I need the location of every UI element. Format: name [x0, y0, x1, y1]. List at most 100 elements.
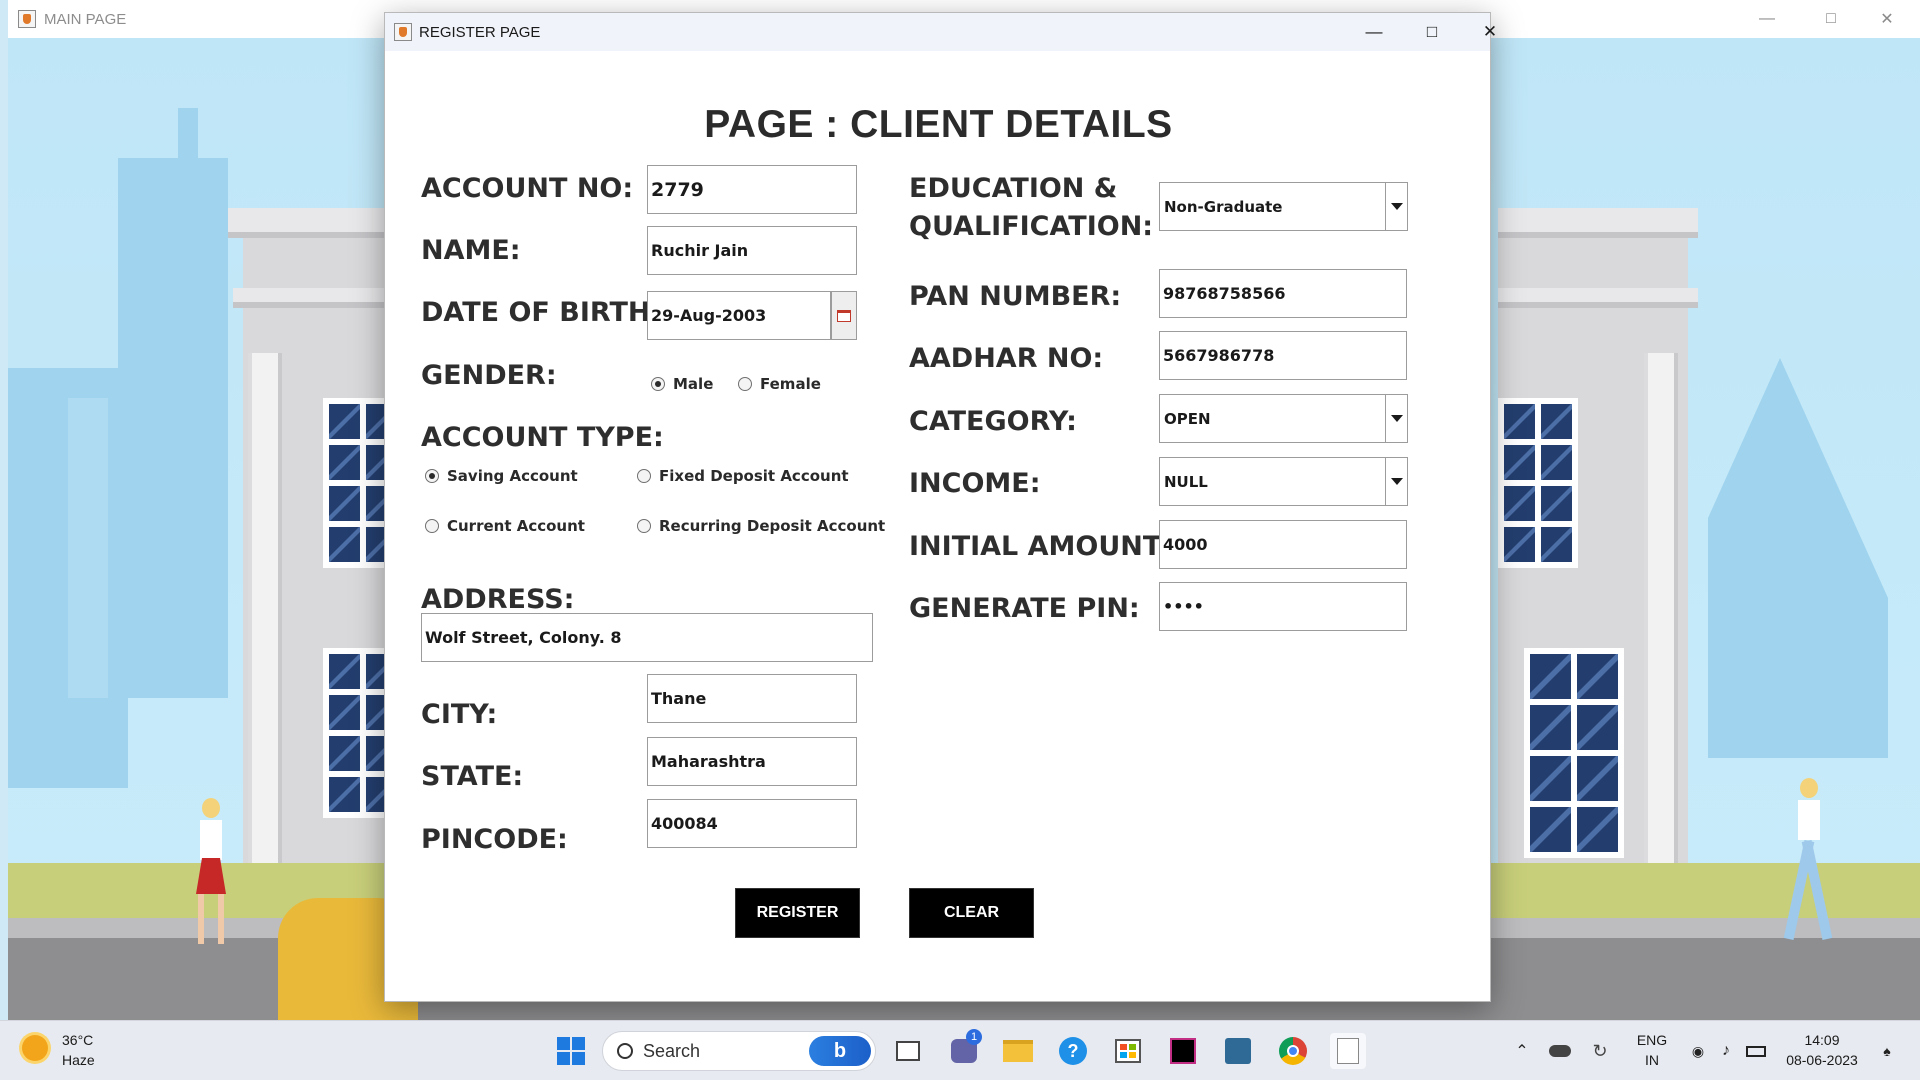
notification-bell-icon[interactable]: ♠	[1872, 1033, 1902, 1069]
gender-male-label: Male	[673, 375, 714, 393]
account-type-option-label: Recurring Deposit Account	[659, 517, 886, 535]
dob-label: DATE OF BIRTH:	[421, 297, 662, 328]
pan-label: PAN NUMBER:	[909, 281, 1122, 312]
pincode-label: PINCODE:	[421, 824, 568, 855]
clock-date[interactable]: 08-06-2023	[1782, 1051, 1862, 1070]
pedestrian-figure	[188, 798, 234, 948]
gender-female-radio[interactable]: Female	[738, 375, 821, 393]
sync-icon[interactable]: ↻	[1582, 1033, 1618, 1069]
account-type-current-radio[interactable]: Current Account	[425, 517, 585, 535]
generate-pin-field[interactable]: ••••	[1159, 582, 1407, 631]
radio-unselected-icon	[637, 469, 651, 483]
account-no-label: ACCOUNT NO:	[421, 173, 634, 204]
radio-unselected-icon	[425, 519, 439, 533]
onedrive-cloud-icon[interactable]	[1542, 1033, 1578, 1069]
taskbar: 36°C Haze Search b 1 ? ⌃ ↻ ENG IN ◉ ♪ 14…	[0, 1020, 1920, 1080]
chevron-down-icon[interactable]	[1385, 458, 1407, 505]
name-label: NAME:	[421, 235, 521, 266]
address-label: ADDRESS:	[421, 584, 575, 615]
weather-temperature[interactable]: 36°C	[62, 1031, 93, 1050]
java-app-icon	[394, 23, 412, 41]
teams-chat-icon[interactable]: 1	[946, 1029, 982, 1069]
dialog-title: REGISTER PAGE	[419, 23, 541, 41]
education-label-line1: EDUCATION &	[909, 173, 1118, 204]
skyline-tower	[118, 158, 228, 698]
account-type-label: ACCOUNT TYPE:	[421, 422, 664, 453]
chevron-up-icon[interactable]: ⌃	[1504, 1033, 1540, 1069]
category-value: OPEN	[1164, 409, 1211, 428]
gender-label: GENDER:	[421, 360, 557, 391]
education-dropdown[interactable]: Non-Graduate	[1159, 182, 1408, 231]
language-line2[interactable]: IN	[1632, 1051, 1672, 1070]
radio-selected-icon	[425, 469, 439, 483]
minimize-icon[interactable]: —	[1345, 13, 1403, 51]
generate-pin-label: GENERATE PIN:	[909, 593, 1140, 624]
close-icon[interactable]: ✕	[1461, 13, 1519, 51]
register-dialog: REGISTER PAGE — □ ✕ PAGE : CLIENT DETAIL…	[384, 12, 1497, 1002]
building-cornice	[1498, 208, 1698, 238]
building-window	[1498, 398, 1578, 568]
main-window-title: MAIN PAGE	[44, 10, 127, 28]
building-column	[1644, 353, 1678, 873]
bing-icon[interactable]: b	[809, 1036, 871, 1066]
category-label: CATEGORY:	[909, 406, 1077, 437]
account-no-field[interactable]: 2779	[647, 165, 857, 214]
windows-start-icon[interactable]	[553, 1033, 589, 1069]
register-button[interactable]: REGISTER	[735, 888, 860, 938]
clock-time[interactable]: 14:09	[1782, 1031, 1862, 1050]
pedestrian-figure	[1783, 778, 1833, 948]
minimize-icon[interactable]: —	[1738, 0, 1796, 38]
chrome-icon[interactable]	[1275, 1033, 1311, 1069]
calendar-icon	[837, 309, 851, 322]
aadhar-label: AADHAR NO:	[909, 343, 1104, 374]
battery-icon[interactable]	[1738, 1033, 1774, 1069]
taskbar-search-box[interactable]: Search b	[602, 1031, 876, 1071]
income-dropdown[interactable]: NULL	[1159, 457, 1408, 506]
account-type-option-label: Saving Account	[447, 467, 578, 485]
state-label: STATE:	[421, 761, 524, 792]
task-view-icon[interactable]	[890, 1033, 926, 1069]
account-type-option-label: Fixed Deposit Account	[659, 467, 849, 485]
chevron-down-icon[interactable]	[1385, 183, 1407, 230]
pincode-field[interactable]: 400084	[647, 799, 857, 848]
maximize-icon[interactable]: □	[1403, 13, 1461, 51]
state-field[interactable]: Maharashtra	[647, 737, 857, 786]
education-value: Non-Graduate	[1164, 197, 1283, 216]
pan-field[interactable]: 98768758566	[1159, 269, 1407, 318]
income-value: NULL	[1164, 472, 1208, 491]
calendar-button[interactable]	[831, 291, 857, 340]
language-line1[interactable]: ENG	[1632, 1031, 1672, 1050]
radio-unselected-icon	[637, 519, 651, 533]
help-icon[interactable]: ?	[1055, 1033, 1091, 1069]
gender-male-radio[interactable]: Male	[651, 375, 713, 393]
city-field[interactable]: Thane	[647, 674, 857, 723]
address-field[interactable]: Wolf Street, Colony. 8	[421, 613, 873, 662]
close-icon[interactable]: ✕	[1858, 0, 1916, 38]
initial-amount-field[interactable]: 4000	[1159, 520, 1407, 569]
aadhar-field[interactable]: 5667986778	[1159, 331, 1407, 380]
java-app-icon	[18, 10, 36, 28]
skyline-spire	[178, 108, 198, 188]
mysql-workbench-icon[interactable]	[1220, 1033, 1256, 1069]
skyline-building	[1708, 358, 1888, 758]
maximize-icon[interactable]: □	[1802, 0, 1860, 38]
weather-description[interactable]: Haze	[62, 1051, 95, 1070]
account-type-saving-radio[interactable]: Saving Account	[425, 467, 578, 485]
building-ledge	[1498, 288, 1698, 308]
chevron-down-icon[interactable]	[1385, 395, 1407, 442]
file-explorer-icon[interactable]	[1000, 1033, 1036, 1069]
dob-field[interactable]: 29-Aug-2003	[647, 291, 831, 340]
initial-amount-label: INITIAL AMOUNT:	[909, 531, 1171, 562]
account-type-fixed-radio[interactable]: Fixed Deposit Account	[637, 467, 849, 485]
name-field[interactable]: Ruchir Jain	[647, 226, 857, 275]
intellij-idea-icon[interactable]	[1165, 1033, 1201, 1069]
search-label: Search	[643, 1040, 701, 1061]
gender-female-label: Female	[760, 375, 821, 393]
microsoft-store-icon[interactable]	[1110, 1033, 1146, 1069]
clear-button[interactable]: CLEAR	[909, 888, 1034, 938]
category-dropdown[interactable]: OPEN	[1159, 394, 1408, 443]
account-type-recurring-radio[interactable]: Recurring Deposit Account	[637, 517, 885, 535]
building-window	[1524, 648, 1624, 858]
weather-sun-icon[interactable]	[22, 1035, 52, 1065]
java-app-taskbar-icon[interactable]	[1330, 1033, 1366, 1069]
